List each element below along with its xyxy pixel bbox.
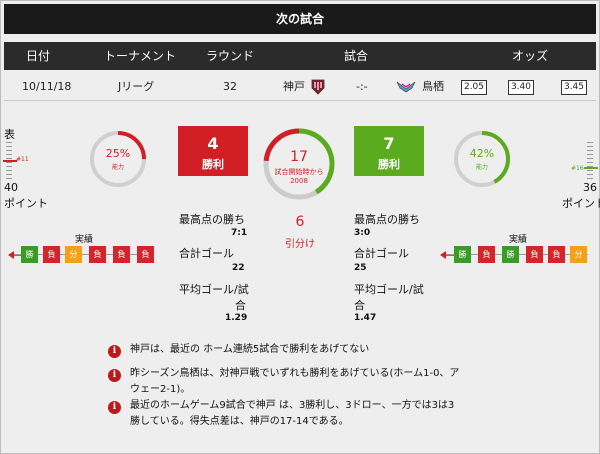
- away-form-6: 分: [570, 246, 587, 263]
- home-form-2: 負: [43, 246, 60, 263]
- header-odds: オッズ: [512, 49, 549, 63]
- total-matches-label: 試合開始時から: [274, 168, 324, 176]
- info-icon: i: [108, 369, 121, 382]
- match-tournament[interactable]: Jリーグ: [118, 73, 154, 101]
- info-icon: i: [108, 345, 121, 358]
- away-form-4: 負: [526, 246, 543, 263]
- away-avg-goals-label-cont: 合: [354, 299, 365, 312]
- away-points-value: 36: [583, 181, 597, 194]
- draws-count: 6: [295, 214, 305, 230]
- home-form-6: 負: [137, 246, 154, 263]
- home-wins-label: 勝利: [202, 158, 224, 171]
- sagan-tosu-crest-icon: [396, 81, 416, 93]
- away-form-2: 負: [478, 246, 495, 263]
- away-wins-count: 7: [383, 134, 395, 153]
- away-rank-marker: #16: [571, 165, 584, 172]
- away-power-pct: 42%: [469, 147, 495, 160]
- home-points-label: ポイント: [4, 197, 48, 210]
- away-wins-label: 勝利: [378, 158, 400, 171]
- match-date: 10/11/18: [22, 80, 72, 93]
- odds-home[interactable]: 2.05: [461, 80, 487, 95]
- header-tournament: トーナメント: [104, 49, 177, 63]
- arrow-left-icon: [8, 251, 22, 259]
- away-team-name[interactable]: 鳥栖: [422, 73, 444, 101]
- home-top-win-value: 7:1: [231, 228, 248, 238]
- table-header: 日付 トーナメント ラウンド 試合 オッズ: [4, 42, 596, 70]
- home-rank-marker: #11: [16, 156, 29, 163]
- home-side-label: 表: [4, 128, 15, 141]
- home-wins-box: 4 勝利: [178, 126, 248, 176]
- home-power-pct: 25%: [105, 147, 131, 160]
- home-form-4: 負: [89, 246, 106, 263]
- home-total-goals-label: 合計ゴール: [179, 247, 234, 260]
- home-avg-goals-label-cont: 合: [235, 299, 246, 312]
- header-round: ラウンド: [206, 49, 255, 63]
- away-points-meter: [584, 142, 598, 180]
- note-1: 神戸は、最近の ホーム連続5試合で勝利をあげてない: [130, 344, 370, 355]
- vissel-kobe-crest-icon: [311, 79, 325, 95]
- home-avg-goals-label: 平均ゴール/試: [179, 283, 249, 296]
- header-date: 日付: [26, 49, 51, 63]
- home-top-win-label: 最高点の勝ち: [179, 213, 245, 226]
- home-team-name[interactable]: 神戸: [283, 73, 305, 101]
- home-form-5: 負: [113, 246, 130, 263]
- match-round: 32: [223, 80, 237, 93]
- away-avg-goals-label: 平均ゴール/試: [354, 283, 424, 296]
- away-avg-goals-value: 1.47: [354, 313, 377, 323]
- header-match: 試合: [344, 49, 369, 63]
- away-record-label: 実績: [509, 235, 528, 245]
- match-row[interactable]: 10/11/18 Jリーグ 32 神戸 -:- 鳥栖 2.05 3.40 3.4…: [4, 73, 596, 101]
- odds-away[interactable]: 3.45: [561, 80, 587, 95]
- note-2-cont: ウェー2-1)。: [130, 384, 191, 395]
- draws-label: 引分け: [285, 239, 315, 250]
- away-form-1: 勝: [454, 246, 471, 263]
- away-points-label: ポイント: [562, 197, 600, 210]
- match-score: -:-: [356, 80, 368, 93]
- home-power-label: 能力: [111, 164, 124, 171]
- since-year: 2008: [290, 177, 308, 185]
- home-form-3: 分: [65, 246, 82, 263]
- away-total-goals-value: 25: [354, 263, 367, 273]
- total-matches: 17: [290, 149, 308, 165]
- away-wins-box: 7 勝利: [354, 126, 424, 176]
- away-total-goals-label: 合計ゴール: [354, 247, 409, 260]
- arrow-left-icon: [440, 251, 454, 259]
- away-form-3: 勝: [502, 246, 519, 263]
- away-top-win-value: 3:0: [354, 228, 371, 238]
- home-form-1: 勝: [21, 246, 38, 263]
- away-power-label: 能力: [475, 164, 488, 171]
- odds-draw[interactable]: 3.40: [508, 80, 534, 95]
- home-avg-goals-value: 1.29: [225, 313, 248, 323]
- note-2: 昨シーズン鳥栖は、対神戸戦でいずれも勝利をあげている(ホーム1-0、ア: [130, 368, 460, 379]
- note-3-cont: 勝している。得失点差は、神戸の17-14である。: [130, 416, 349, 427]
- away-form-5: 負: [548, 246, 565, 263]
- note-3: 最近のホームゲーム9試合で神戸 は、3勝利し、3ドロー、一方では3は3: [130, 400, 455, 411]
- home-points-value: 40: [4, 181, 18, 194]
- home-points-meter: [3, 142, 17, 180]
- home-record-label: 実績: [75, 235, 94, 245]
- home-wins-count: 4: [207, 134, 219, 153]
- section-title: 次の試合: [4, 4, 596, 34]
- home-total-goals-value: 22: [232, 263, 245, 273]
- info-icon: i: [108, 401, 121, 414]
- away-top-win-label: 最高点の勝ち: [354, 213, 420, 226]
